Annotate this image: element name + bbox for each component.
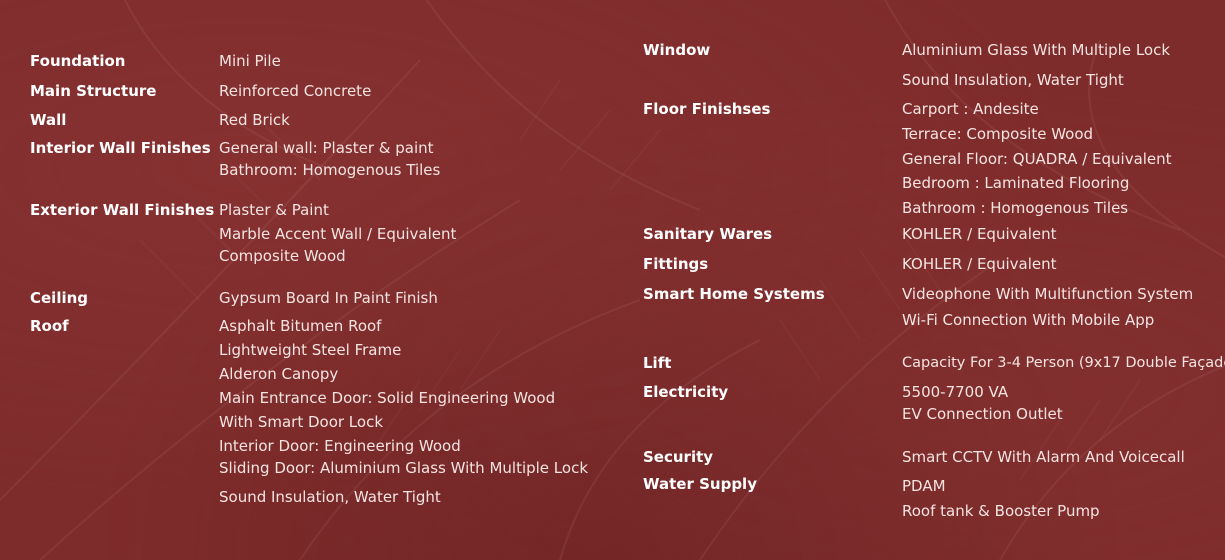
spec-value: EV Connection Outlet	[902, 405, 1063, 423]
spec-value: Red Brick	[219, 111, 290, 129]
spec-value: Videophone With Multifunction System	[902, 285, 1194, 303]
spec-value: General wall: Plaster & paint	[219, 139, 434, 157]
spec-value: Roof tank & Booster Pump	[902, 502, 1100, 520]
spec-label-fittings: Fittings	[643, 255, 709, 273]
spec-value: Alderon Canopy	[219, 365, 339, 383]
spec-label-exterior-wall-finishes: Exterior Wall Finishes	[30, 201, 215, 219]
spec-value: Mini Pile	[219, 52, 281, 70]
spec-value: Bathroom: Homogenous Tiles	[219, 161, 441, 179]
spec-value: Composite Wood	[219, 247, 346, 265]
spec-label-wall: Wall	[30, 111, 67, 129]
spec-value: Capacity For 3-4 Person (9x17 Double Faç…	[902, 355, 1225, 371]
spec-label-sanitary-wares: Sanitary Wares	[643, 225, 773, 243]
spec-value: General Floor: QUADRA / Equivalent	[902, 150, 1172, 168]
spec-label-window: Window	[643, 41, 711, 59]
spec-label-security: Security	[643, 448, 714, 466]
spec-value: Asphalt Bitumen Roof	[219, 317, 382, 335]
spec-label-interior-wall-finishes: Interior Wall Finishes	[30, 139, 211, 157]
spec-label-water-supply: Water Supply	[643, 475, 757, 493]
spec-label-main-structure: Main Structure	[30, 82, 157, 100]
spec-label-floor-finishes: Floor Finishses	[643, 100, 771, 118]
spec-value: Gypsum Board In Paint Finish	[219, 289, 438, 307]
spec-value: Aluminium Glass With Multiple Lock	[902, 41, 1171, 59]
spec-value: PDAM	[902, 477, 946, 495]
spec-value: Interior Door: Engineering Wood	[219, 437, 461, 455]
spec-value: Sliding Door: Aluminium Glass With Multi…	[219, 459, 589, 477]
spec-value: KOHLER / Equivalent	[902, 255, 1057, 273]
spec-label-smart-home-systems: Smart Home Systems	[643, 285, 825, 303]
spec-value: Smart CCTV With Alarm And Voicecall	[902, 448, 1185, 466]
spec-value: Terrace: Composite Wood	[902, 125, 1094, 143]
spec-label-roof: Roof	[30, 317, 69, 335]
spec-value: Reinforced Concrete	[219, 82, 372, 100]
spec-label-foundation: Foundation	[30, 52, 126, 70]
spec-label-ceiling: Ceiling	[30, 289, 89, 307]
spec-value: Marble Accent Wall / Equivalent	[219, 225, 457, 243]
spec-value: Main Entrance Door: Solid Engineering Wo…	[219, 389, 556, 407]
spec-value: Bathroom : Homogenous Tiles	[902, 199, 1129, 217]
spec-value: KOHLER / Equivalent	[902, 225, 1057, 243]
spec-value: Bedroom : Laminated Flooring	[902, 174, 1130, 192]
spec-label-lift: Lift	[643, 354, 672, 372]
spec-value: Carport : Andesite	[902, 100, 1039, 118]
spec-value: Plaster & Paint	[219, 201, 329, 219]
spec-value: With Smart Door Lock	[219, 413, 384, 431]
spec-value: Wi-Fi Connection With Mobile App	[902, 311, 1155, 329]
spec-value: Sound Insulation, Water Tight	[219, 488, 441, 506]
spec-value: 5500-7700 VA	[902, 383, 1009, 401]
spec-value: Sound Insulation, Water Tight	[902, 71, 1124, 89]
spec-label-electricity: Electricity	[643, 383, 729, 401]
spec-value: Lightweight Steel Frame	[219, 341, 402, 359]
